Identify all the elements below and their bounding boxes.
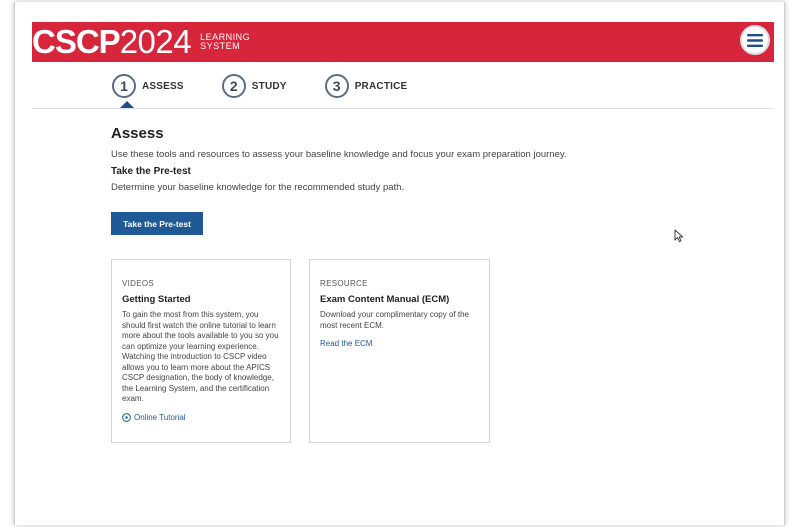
- step-label: PRACTICE: [354, 80, 408, 92]
- card-title: Getting Started: [122, 294, 191, 305]
- card-resource: RESOURCE Exam Content Manual (ECM) Downl…: [309, 259, 490, 443]
- step-study[interactable]: 2 STUDY: [221, 74, 287, 98]
- active-step-indicator: [120, 101, 134, 108]
- logo-subtitle: LEARNING SYSTEM: [200, 33, 250, 51]
- page-title: Assess: [111, 125, 164, 142]
- card-kicker: RESOURCE: [320, 279, 368, 288]
- step-navigation: 1 ASSESS 2 STUDY 3 PRACTICE: [112, 72, 445, 100]
- header-bar: CSCP 2024 LEARNING SYSTEM: [32, 22, 774, 62]
- step-assess[interactable]: 1 ASSESS: [112, 74, 184, 98]
- logo-brand: CSCP: [32, 23, 121, 60]
- card-body: Download your complimentary copy of the …: [320, 310, 469, 330]
- online-tutorial-link[interactable]: Online Tutorial: [122, 413, 280, 423]
- card-videos: VIDEOS Getting Started To gain the most …: [111, 259, 291, 443]
- step-number: 1: [112, 74, 136, 98]
- pretest-heading: Take the Pre-test: [111, 166, 191, 177]
- card-kicker: VIDEOS: [122, 279, 155, 288]
- logo-subtitle-line2: SYSTEM: [200, 41, 241, 51]
- logo-year: 2024: [119, 23, 192, 60]
- step-number: 2: [221, 74, 246, 98]
- step-number: 3: [324, 74, 349, 98]
- step-label: ASSESS: [142, 80, 184, 92]
- card-body: To gain the most from this system, you s…: [122, 310, 279, 403]
- take-pretest-button[interactable]: Take the Pre-test: [111, 212, 203, 235]
- card-title: Exam Content Manual (ECM): [320, 294, 450, 305]
- step-practice[interactable]: 3 PRACTICE: [324, 74, 408, 98]
- read-ecm-link[interactable]: Read the ECM: [320, 339, 479, 349]
- cscp-logo[interactable]: CSCP 2024 LEARNING SYSTEM: [32, 22, 250, 62]
- play-circle-icon: [122, 413, 131, 422]
- link-label: Online Tutorial: [134, 412, 186, 422]
- mouse-cursor-icon: [674, 229, 684, 248]
- pretest-description: Determine your baseline knowledge for th…: [111, 182, 405, 193]
- divider: [32, 108, 774, 109]
- main-content: Assess Use these tools and resources to …: [111, 125, 751, 194]
- step-label: STUDY: [251, 80, 287, 92]
- hamburger-icon: [747, 33, 763, 47]
- menu-button[interactable]: [740, 25, 770, 55]
- link-label: Read the ECM: [320, 339, 373, 348]
- intro-text: Use these tools and resources to assess …: [111, 149, 567, 160]
